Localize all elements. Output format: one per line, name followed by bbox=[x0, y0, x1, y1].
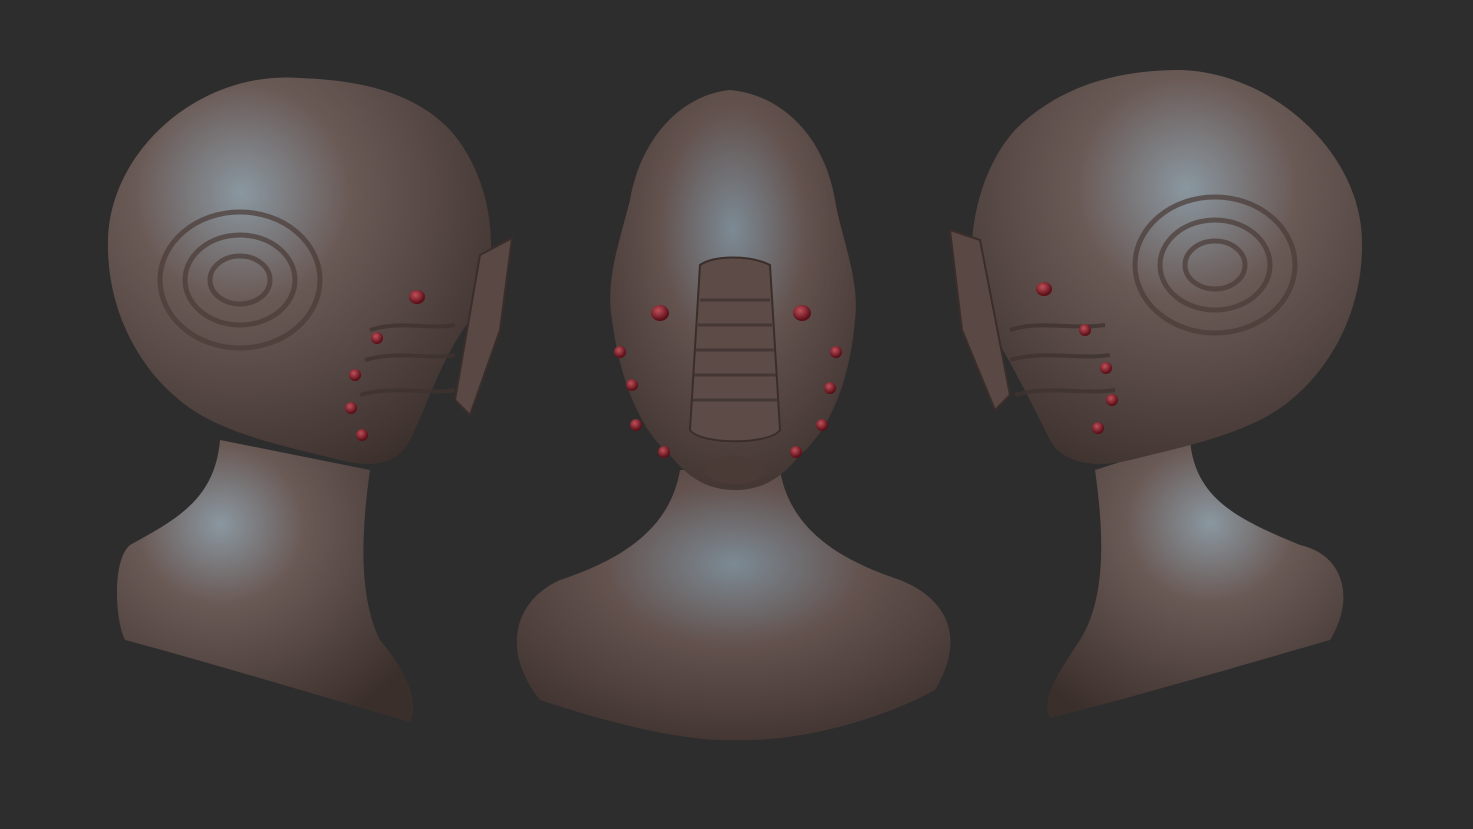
front-bust-body bbox=[516, 470, 951, 741]
front-mouth bbox=[705, 456, 765, 484]
left-head bbox=[107, 77, 492, 464]
sculpt-viewport bbox=[0, 0, 1473, 829]
turnaround-render bbox=[107, 70, 1363, 741]
front-bust bbox=[516, 90, 951, 741]
right-profile-bust bbox=[948, 70, 1363, 718]
right-head bbox=[971, 70, 1363, 464]
right-bust-body bbox=[1047, 440, 1344, 718]
left-profile-bust bbox=[107, 77, 514, 722]
left-bust-body bbox=[116, 440, 414, 722]
